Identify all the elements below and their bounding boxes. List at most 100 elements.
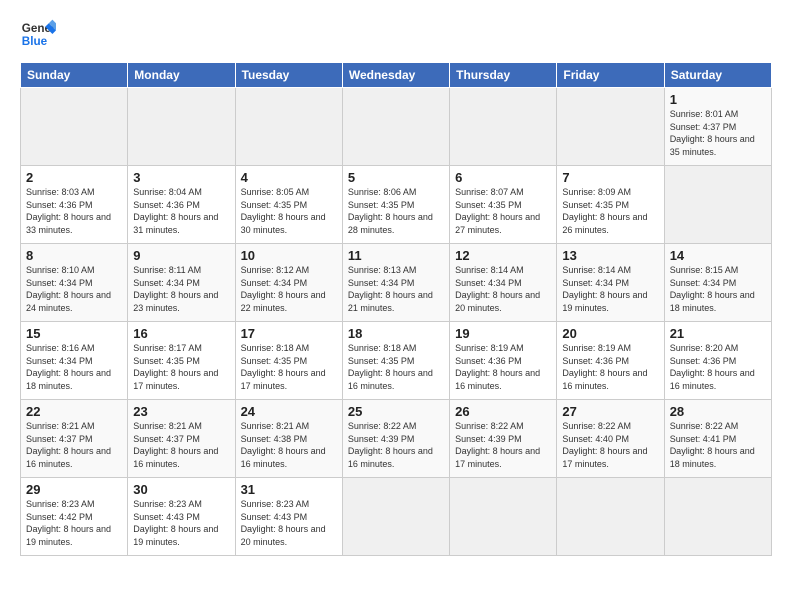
day-info: Sunrise: 8:15 AMSunset: 4:34 PMDaylight:… <box>670 265 755 313</box>
table-cell: 25 Sunrise: 8:22 AMSunset: 4:39 PMDayligh… <box>342 400 449 478</box>
table-cell: 27 Sunrise: 8:22 AMSunset: 4:40 PMDayligh… <box>557 400 664 478</box>
calendar-table: Sunday Monday Tuesday Wednesday Thursday… <box>20 62 772 556</box>
day-number: 29 <box>26 482 122 497</box>
table-row: 2Sunrise: 8:03 AMSunset: 4:36 PMDaylight… <box>21 166 772 244</box>
day-info: Sunrise: 8:22 AMSunset: 4:39 PMDaylight:… <box>455 421 540 469</box>
table-cell: 19 Sunrise: 8:19 AMSunset: 4:36 PMDayligh… <box>450 322 557 400</box>
svg-text:Blue: Blue <box>22 35 48 48</box>
day-number: 27 <box>562 404 658 419</box>
day-number: 14 <box>670 248 766 263</box>
day-number: 20 <box>562 326 658 341</box>
table-cell: 15 Sunrise: 8:16 AMSunset: 4:34 PMDayligh… <box>21 322 128 400</box>
day-info: Sunrise: 8:01 AMSunset: 4:37 PMDaylight:… <box>670 109 755 157</box>
day-info: Sunrise: 8:06 AMSunset: 4:35 PMDaylight:… <box>348 187 433 235</box>
table-row: 1Sunrise: 8:01 AMSunset: 4:37 PMDaylight… <box>21 88 772 166</box>
day-info: Sunrise: 8:23 AMSunset: 4:43 PMDaylight:… <box>133 499 218 547</box>
day-number: 10 <box>241 248 337 263</box>
day-number: 18 <box>348 326 444 341</box>
table-cell <box>664 478 771 556</box>
day-number: 19 <box>455 326 551 341</box>
table-cell: 17Sunrise: 8:18 AMSunset: 4:35 PMDayligh… <box>235 322 342 400</box>
table-row: 22Sunrise: 8:21 AMSunset: 4:37 PMDayligh… <box>21 400 772 478</box>
table-cell: 31 Sunrise: 8:23 AMSunset: 4:43 PMDayligh… <box>235 478 342 556</box>
day-info: Sunrise: 8:17 AMSunset: 4:35 PMDaylight:… <box>133 343 218 391</box>
day-info: Sunrise: 8:16 AMSunset: 4:34 PMDaylight:… <box>26 343 111 391</box>
day-info: Sunrise: 8:14 AMSunset: 4:34 PMDaylight:… <box>562 265 647 313</box>
day-number: 23 <box>133 404 229 419</box>
day-number: 3 <box>133 170 229 185</box>
day-info: Sunrise: 8:23 AMSunset: 4:42 PMDaylight:… <box>26 499 111 547</box>
table-cell: 4Sunrise: 8:05 AMSunset: 4:35 PMDaylight… <box>235 166 342 244</box>
table-cell: 28 Sunrise: 8:22 AMSunset: 4:41 PMDayligh… <box>664 400 771 478</box>
day-number: 28 <box>670 404 766 419</box>
table-cell: 11 Sunrise: 8:13 AMSunset: 4:34 PMDayligh… <box>342 244 449 322</box>
table-cell: 24 Sunrise: 8:21 AMSunset: 4:38 PMDayligh… <box>235 400 342 478</box>
table-cell: 26Sunrise: 8:22 AMSunset: 4:39 PMDayligh… <box>450 400 557 478</box>
table-cell: 7Sunrise: 8:09 AMSunset: 4:35 PMDaylight… <box>557 166 664 244</box>
day-info: Sunrise: 8:05 AMSunset: 4:35 PMDaylight:… <box>241 187 326 235</box>
table-cell: 1Sunrise: 8:01 AMSunset: 4:37 PMDaylight… <box>664 88 771 166</box>
table-cell <box>342 478 449 556</box>
table-cell: 2Sunrise: 8:03 AMSunset: 4:36 PMDaylight… <box>21 166 128 244</box>
day-info: Sunrise: 8:21 AMSunset: 4:37 PMDaylight:… <box>26 421 111 469</box>
day-number: 6 <box>455 170 551 185</box>
table-cell: 9Sunrise: 8:11 AMSunset: 4:34 PMDaylight… <box>128 244 235 322</box>
day-info: Sunrise: 8:10 AMSunset: 4:34 PMDaylight:… <box>26 265 111 313</box>
table-cell <box>664 166 771 244</box>
table-cell: 13 Sunrise: 8:14 AMSunset: 4:34 PMDayligh… <box>557 244 664 322</box>
table-row: 29 Sunrise: 8:23 AMSunset: 4:42 PMDayligh… <box>21 478 772 556</box>
day-number: 31 <box>241 482 337 497</box>
day-info: Sunrise: 8:13 AMSunset: 4:34 PMDaylight:… <box>348 265 433 313</box>
day-info: Sunrise: 8:19 AMSunset: 4:36 PMDaylight:… <box>455 343 540 391</box>
day-info: Sunrise: 8:21 AMSunset: 4:38 PMDaylight:… <box>241 421 326 469</box>
logo: General Blue <box>20 16 56 52</box>
table-cell: 21Sunrise: 8:20 AMSunset: 4:36 PMDayligh… <box>664 322 771 400</box>
day-number: 17 <box>241 326 337 341</box>
table-cell: 8 Sunrise: 8:10 AMSunset: 4:34 PMDaylight… <box>21 244 128 322</box>
day-number: 5 <box>348 170 444 185</box>
day-info: Sunrise: 8:22 AMSunset: 4:39 PMDaylight:… <box>348 421 433 469</box>
day-number: 8 <box>26 248 122 263</box>
header: General Blue <box>20 16 772 52</box>
day-number: 15 <box>26 326 122 341</box>
table-cell <box>557 478 664 556</box>
table-cell: 22Sunrise: 8:21 AMSunset: 4:37 PMDayligh… <box>21 400 128 478</box>
day-number: 25 <box>348 404 444 419</box>
day-info: Sunrise: 8:14 AMSunset: 4:34 PMDaylight:… <box>455 265 540 313</box>
day-number: 9 <box>133 248 229 263</box>
col-sunday: Sunday <box>21 63 128 88</box>
col-monday: Monday <box>128 63 235 88</box>
day-info: Sunrise: 8:12 AMSunset: 4:34 PMDaylight:… <box>241 265 326 313</box>
table-cell: 12Sunrise: 8:14 AMSunset: 4:34 PMDayligh… <box>450 244 557 322</box>
day-info: Sunrise: 8:03 AMSunset: 4:36 PMDaylight:… <box>26 187 111 235</box>
table-row: 15 Sunrise: 8:16 AMSunset: 4:34 PMDayligh… <box>21 322 772 400</box>
day-number: 7 <box>562 170 658 185</box>
col-friday: Friday <box>557 63 664 88</box>
day-info: Sunrise: 8:20 AMSunset: 4:36 PMDaylight:… <box>670 343 755 391</box>
table-row: 8 Sunrise: 8:10 AMSunset: 4:34 PMDaylight… <box>21 244 772 322</box>
day-number: 11 <box>348 248 444 263</box>
day-info: Sunrise: 8:22 AMSunset: 4:41 PMDaylight:… <box>670 421 755 469</box>
header-row: Sunday Monday Tuesday Wednesday Thursday… <box>21 63 772 88</box>
table-cell: 10 Sunrise: 8:12 AMSunset: 4:34 PMDayligh… <box>235 244 342 322</box>
day-info: Sunrise: 8:22 AMSunset: 4:40 PMDaylight:… <box>562 421 647 469</box>
col-thursday: Thursday <box>450 63 557 88</box>
day-number: 30 <box>133 482 229 497</box>
table-header: Sunday Monday Tuesday Wednesday Thursday… <box>21 63 772 88</box>
table-cell: 6Sunrise: 8:07 AMSunset: 4:35 PMDaylight… <box>450 166 557 244</box>
table-cell <box>128 88 235 166</box>
table-cell <box>450 88 557 166</box>
table-cell: 23 Sunrise: 8:21 AMSunset: 4:37 PMDayligh… <box>128 400 235 478</box>
day-number: 24 <box>241 404 337 419</box>
day-info: Sunrise: 8:23 AMSunset: 4:43 PMDaylight:… <box>241 499 326 547</box>
table-cell: 18 Sunrise: 8:18 AMSunset: 4:35 PMDayligh… <box>342 322 449 400</box>
table-cell <box>342 88 449 166</box>
table-cell: 3Sunrise: 8:04 AMSunset: 4:36 PMDaylight… <box>128 166 235 244</box>
day-number: 13 <box>562 248 658 263</box>
day-info: Sunrise: 8:21 AMSunset: 4:37 PMDaylight:… <box>133 421 218 469</box>
table-cell <box>21 88 128 166</box>
day-info: Sunrise: 8:18 AMSunset: 4:35 PMDaylight:… <box>348 343 433 391</box>
col-tuesday: Tuesday <box>235 63 342 88</box>
col-saturday: Saturday <box>664 63 771 88</box>
day-number: 16 <box>133 326 229 341</box>
